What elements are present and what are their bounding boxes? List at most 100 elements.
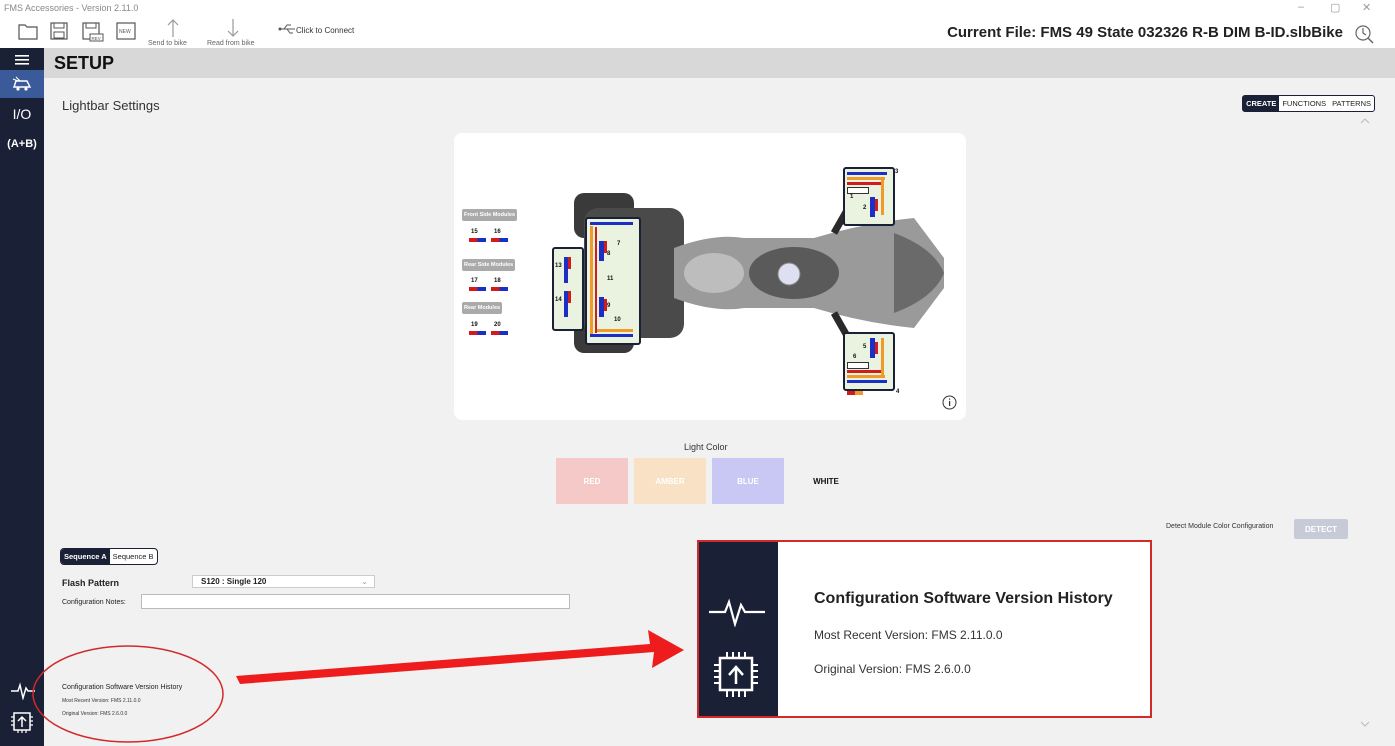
tab-patterns[interactable]: PATTERNS [1329,96,1374,111]
toolbar: REV NEW Send to bike Read from bike Clic… [0,16,1395,48]
current-file-label: Current File: FMS 49 State 032326 R-B DI… [947,24,1343,41]
rear-side-modules-label: Rear Side Modules [462,259,516,271]
flash-pattern-select[interactable]: S120 : Single 120 ⌄ [192,575,375,588]
tab-functions[interactable]: FUNCTIONS [1279,96,1329,111]
module-17-number: 17 [471,278,478,284]
module-1-3[interactable]: 1 2 [843,167,895,226]
module-18-number: 18 [494,278,501,284]
callout-original-version: Original Version: FMS 2.6.0.0 [814,662,971,676]
flash-pattern-value: S120 : Single 120 [201,577,267,586]
module-10-number: 10 [614,317,621,323]
read-from-bike-button[interactable]: Read from bike [207,40,254,47]
module-20-number: 20 [494,322,501,328]
pulse-icon [709,598,765,627]
module-19[interactable] [469,331,486,335]
callout-title: Configuration Software Version History [814,590,1113,607]
sidebar-item-io[interactable]: I/O [0,106,44,122]
scroll-up-icon[interactable] [1360,118,1370,124]
detect-button[interactable]: DETECT [1294,519,1348,539]
red-color-button[interactable]: RED [556,458,628,504]
module-9-number: 9 [607,303,611,309]
page-header: SETUP [44,48,1395,78]
menu-icon [15,55,29,65]
module-6-number: 6 [853,354,857,360]
tab-sequence-b[interactable]: Sequence B [110,549,157,564]
module-3-number: 3 [895,169,899,175]
module-19-number: 19 [471,322,478,328]
rear-modules-label: Rear Modules [462,302,503,314]
page-title: SETUP [54,53,115,73]
lightbar-settings-title: Lightbar Settings [62,98,160,113]
module-16-number: 16 [494,229,501,235]
minimize-button[interactable]: – [1298,1,1304,13]
module-7-number: 7 [617,241,621,247]
tab-sequence-a[interactable]: Sequence A [61,549,110,564]
title-bar: FMS Accessories - Version 2.11.0 – ▢ ✕ [0,0,1395,16]
info-icon[interactable] [942,395,957,410]
menu-button[interactable] [0,50,44,70]
amber-color-button[interactable]: AMBER [634,458,706,504]
sidebar-item-ab[interactable]: (A+B) [0,138,44,150]
module-4-number: 4 [896,389,900,395]
light-color-title: Light Color [684,442,728,452]
sidebar: I/O (A+B) [0,48,44,746]
mode-tabs: CREATE FUNCTIONS PATTERNS [1242,95,1375,112]
close-button[interactable]: ✕ [1362,1,1371,14]
module-13-number: 13 [555,263,562,269]
module-20[interactable] [491,331,508,335]
history-small-original: Original Version: FMS 2.6.0.0 [62,711,128,717]
version-history-small: Configuration Software Version History M… [62,684,182,717]
module-13-14[interactable]: 13 14 [552,247,584,331]
history-small-title: Configuration Software Version History [62,684,183,691]
module-11-number: 11 [607,276,614,282]
usb-icon[interactable] [278,24,296,34]
module-4[interactable] [847,391,863,395]
module-7-11[interactable]: 7 8 9 10 11 [585,217,641,345]
config-notes-input[interactable] [141,594,570,609]
sequence-tabs: Sequence A Sequence B [60,548,158,565]
module-4-6[interactable]: 5 6 [843,332,895,391]
scroll-down-icon[interactable] [1360,721,1370,727]
version-history-callout: Configuration Software Version History M… [697,540,1152,718]
new-label: NEW [119,29,131,35]
module-5-number: 5 [863,344,867,350]
tab-create[interactable]: CREATE [1243,96,1280,111]
module-18[interactable] [491,287,508,291]
pulse-icon[interactable] [11,682,35,700]
callout-recent-version: Most Recent Version: FMS 2.11.0.0 [814,628,1003,642]
history-clock-icon[interactable] [1354,24,1374,44]
vehicle-icon [12,76,32,91]
send-to-bike-button[interactable]: Send to bike [148,40,187,47]
chevron-down-icon: ⌄ [361,577,368,586]
module-15-number: 15 [471,229,478,235]
module-2-number: 2 [863,205,867,211]
flash-pattern-label: Flash Pattern [62,578,120,588]
send-arrow-icon[interactable] [166,18,180,38]
open-folder-icon[interactable] [18,22,38,40]
config-notes-label: Configuration Notes: [62,599,126,606]
restore-button[interactable]: ▢ [1330,1,1340,14]
new-file-icon[interactable]: NEW [116,22,136,40]
module-1-number: 1 [850,194,854,200]
chip-upload-icon [714,652,758,697]
history-small-recent: Most Recent Version: FMS 2.11.0.0 [62,698,141,704]
window-title: FMS Accessories - Version 2.11.0 [4,3,139,13]
module-15[interactable] [469,238,486,242]
rev-label: REV [92,36,101,41]
save-revision-icon[interactable]: REV [82,22,104,42]
module-14-number: 14 [555,297,562,303]
front-side-modules-label: Front Side Modules [462,209,518,221]
chip-upload-icon[interactable] [11,710,33,734]
save-icon[interactable] [50,22,68,40]
module-8-number: 8 [607,251,611,257]
read-arrow-icon[interactable] [226,18,240,38]
module-16[interactable] [491,238,508,242]
callout-icon-panel [699,542,778,716]
detect-label: Detect Module Color Configuration [1166,523,1274,530]
white-color-button[interactable]: WHITE [790,458,862,504]
module-17[interactable] [469,287,486,291]
blue-color-button[interactable]: BLUE [712,458,784,504]
connect-button[interactable]: Click to Connect [296,26,354,35]
sidebar-item-setup[interactable] [0,70,44,98]
lightbar-diagram: Front Side Modules Rear Side Modules Rea… [454,133,966,420]
